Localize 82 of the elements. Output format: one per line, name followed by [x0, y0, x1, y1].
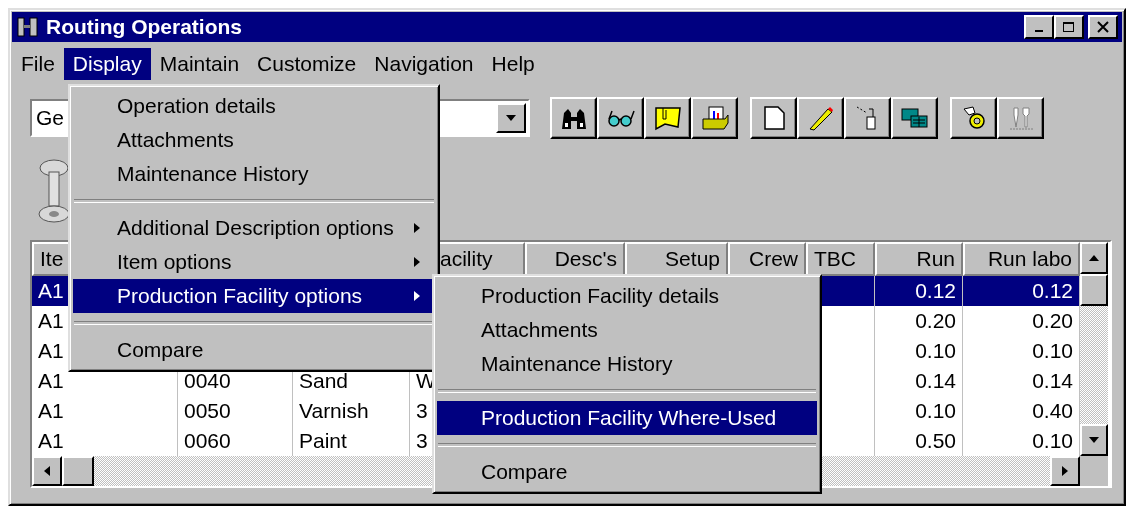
menu-item[interactable]: Operation details: [73, 89, 435, 123]
scroll-right-button[interactable]: [1050, 456, 1080, 486]
table-cell: 0.40: [1032, 399, 1073, 423]
table-cell: 3: [416, 429, 428, 453]
up-arrow-icon: [1088, 254, 1100, 262]
table-cell: 0.20: [915, 309, 956, 333]
table-cell: A1: [38, 369, 64, 393]
scroll-left-button[interactable]: [32, 456, 62, 486]
table-cell: Varnish: [299, 399, 369, 423]
table-cell: 0.10: [915, 399, 956, 423]
column-header[interactable]: Ite: [40, 247, 64, 271]
scroll-thumb[interactable]: [62, 456, 94, 486]
pencil-button[interactable]: [797, 97, 844, 139]
gear-button[interactable]: [950, 97, 997, 139]
caret-icon: [505, 114, 517, 122]
table-cell: 0050: [184, 399, 231, 423]
table-cell: 3: [416, 399, 428, 423]
menu-item[interactable]: Help: [482, 48, 544, 80]
windows-icon: [899, 105, 930, 131]
bucket-button[interactable]: [844, 97, 891, 139]
scroll-up-button[interactable]: [1080, 242, 1108, 274]
scroll-thumb[interactable]: [1080, 274, 1108, 306]
table-cell: 0.20: [1032, 309, 1073, 333]
card-box-button[interactable]: [691, 97, 738, 139]
menu-item[interactable]: Production Facility options: [73, 279, 435, 313]
app-icon: [16, 15, 40, 39]
menu-item[interactable]: Compare: [437, 455, 817, 489]
menu-item[interactable]: Attachments: [437, 313, 817, 347]
scroll-down-button[interactable]: [1080, 424, 1108, 456]
table-cell: A1: [38, 339, 64, 363]
glasses-button[interactable]: [597, 97, 644, 139]
menu-item[interactable]: Item options: [73, 245, 435, 279]
right-arrow-icon: [1061, 465, 1069, 477]
table-cell: 0.14: [1032, 369, 1073, 393]
table-cell: 0.14: [915, 369, 956, 393]
menu-item[interactable]: Maintenance History: [73, 157, 435, 191]
table-cell: A1: [38, 279, 64, 303]
submenu-arrow-icon: [413, 290, 421, 302]
tools-button[interactable]: [997, 97, 1044, 139]
menu-item[interactable]: Compare: [73, 333, 435, 367]
table-cell: 0.10: [1032, 339, 1073, 363]
down-arrow-icon: [1088, 436, 1100, 444]
table-cell: A1: [38, 399, 64, 423]
minimize-button[interactable]: [1024, 15, 1054, 39]
table-cell: 0.10: [915, 339, 956, 363]
menu-item[interactable]: Production Facility Where-Used: [437, 401, 817, 435]
note-button[interactable]: [644, 97, 691, 139]
table-cell: A1: [38, 429, 64, 453]
menu-item[interactable]: Additional Description options: [73, 211, 435, 245]
vertical-scrollbar[interactable]: [1080, 242, 1108, 456]
table-cell: 0.50: [915, 429, 956, 453]
binoculars-button[interactable]: [550, 97, 597, 139]
left-arrow-icon: [43, 465, 51, 477]
maximize-icon: [1062, 21, 1076, 33]
menu-item[interactable]: File: [12, 48, 64, 80]
close-icon: [1096, 21, 1110, 33]
card-box-icon: [699, 105, 730, 131]
new-page-button[interactable]: [750, 97, 797, 139]
table-cell: Paint: [299, 429, 347, 453]
menu-item[interactable]: Customize: [248, 48, 366, 80]
table-cell: 0.12: [915, 279, 956, 303]
table-cell: 0040: [184, 369, 231, 393]
close-button[interactable]: [1088, 15, 1118, 39]
menu-item[interactable]: Maintain: [150, 48, 249, 80]
table-cell: 0060: [184, 429, 231, 453]
table-cell: Sand: [299, 369, 349, 393]
table-cell: 0.10: [1032, 429, 1073, 453]
maximize-button[interactable]: [1054, 15, 1084, 39]
menu-item[interactable]: Navigation: [365, 48, 483, 80]
menu-item[interactable]: Display: [63, 48, 151, 80]
submenu-arrow-icon: [413, 222, 421, 234]
menu-item[interactable]: Production Facility details: [437, 279, 817, 313]
minimize-icon: [1035, 30, 1043, 32]
menu-item[interactable]: Attachments: [73, 123, 435, 157]
menu-item[interactable]: Maintenance History: [437, 347, 817, 381]
note-icon: [652, 105, 683, 131]
window-title: Routing Operations: [46, 15, 242, 39]
scrollbar-corner: [1080, 456, 1108, 486]
table-cell: A1: [38, 309, 64, 333]
table-cell: 0.12: [1032, 279, 1073, 303]
submenu-arrow-icon: [413, 256, 421, 268]
windows-button[interactable]: [891, 97, 938, 139]
